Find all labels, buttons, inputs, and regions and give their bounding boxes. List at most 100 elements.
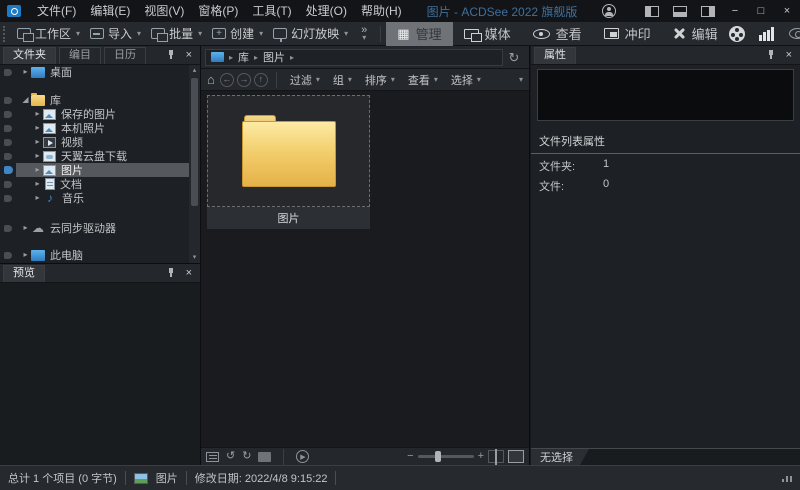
mode-tab-manage[interactable]: ▦ 管理 bbox=[386, 21, 453, 46]
minimize-button[interactable]: − bbox=[722, 0, 748, 22]
scrollbar-thumb[interactable] bbox=[191, 78, 198, 206]
expander-icon[interactable]: ▸ bbox=[32, 149, 43, 163]
layout-right-pane-button[interactable] bbox=[694, 0, 722, 22]
mode-tab-print[interactable]: 冲印 bbox=[593, 22, 662, 46]
easy-select-button[interactable] bbox=[0, 180, 16, 188]
sort-menu[interactable]: 排序 ▾ bbox=[360, 72, 400, 88]
tree-item-music[interactable]: ▸ ♪ 音乐 bbox=[0, 191, 189, 205]
batch-button[interactable]: 批量 ▾ bbox=[146, 22, 207, 46]
filter-menu[interactable]: 过滤 ▾ bbox=[285, 72, 325, 88]
tab-no-selection[interactable]: 无选择 bbox=[531, 449, 589, 465]
tree-item-videos[interactable]: ▸ 视频 bbox=[0, 135, 189, 149]
menu-edit[interactable]: 编辑(E) bbox=[83, 0, 137, 22]
slideshow-button[interactable]: 幻灯放映 ▾ bbox=[268, 22, 353, 46]
menu-pane[interactable]: 窗格(P) bbox=[191, 0, 245, 22]
tab-calendar[interactable]: 日历 bbox=[104, 46, 146, 64]
rotate-right-icon[interactable]: ↻ bbox=[242, 451, 251, 462]
easy-select-button[interactable] bbox=[0, 96, 16, 104]
create-button[interactable]: 创建 ▾ bbox=[207, 22, 268, 46]
zoom-in-icon[interactable]: + bbox=[478, 451, 484, 462]
easy-select-button[interactable] bbox=[0, 152, 16, 160]
layout-left-pane-button[interactable] bbox=[638, 0, 666, 22]
easy-select-button[interactable] bbox=[0, 194, 16, 202]
easy-select-button[interactable] bbox=[0, 224, 16, 232]
easy-select-button[interactable] bbox=[0, 110, 16, 118]
pin-icon[interactable] bbox=[167, 268, 175, 278]
tree-item-desktop[interactable]: ▸ 桌面 bbox=[0, 65, 189, 79]
import-button[interactable]: 导入 ▾ bbox=[85, 22, 146, 46]
mode-tab-edit[interactable]: 编辑 bbox=[662, 22, 729, 46]
tab-catalog[interactable]: 编目 bbox=[59, 46, 101, 64]
easy-select-button[interactable] bbox=[0, 138, 16, 146]
easy-select-button[interactable] bbox=[0, 68, 16, 76]
expander-icon[interactable]: ▸ bbox=[32, 177, 43, 191]
expander-icon[interactable]: ▸ bbox=[20, 248, 31, 262]
zoom-slider[interactable] bbox=[417, 451, 474, 462]
tree-item-local-photos[interactable]: ▸ 本机照片 bbox=[0, 121, 189, 135]
expander-icon[interactable]: ▸ bbox=[32, 135, 43, 149]
breadcrumb[interactable]: ▸ 库 ▸ 图片 ▸ bbox=[205, 48, 503, 66]
user-account-icon[interactable] bbox=[602, 4, 616, 18]
acdsee-365-eye-icon[interactable] bbox=[788, 28, 800, 39]
pin-icon[interactable] bbox=[767, 50, 775, 60]
tree-scrollbar[interactable]: ▴ ▾ bbox=[189, 65, 200, 263]
dashboard-chart-icon[interactable] bbox=[758, 26, 775, 41]
expander-icon[interactable]: ▸ bbox=[32, 121, 43, 135]
toolbar-grip[interactable] bbox=[3, 25, 8, 42]
expander-icon[interactable]: ▸ bbox=[32, 191, 43, 205]
zoom-slider-thumb[interactable] bbox=[434, 451, 441, 462]
folder-tile-pictures[interactable]: 图片 bbox=[207, 95, 370, 229]
autoplay-icon[interactable]: ▶ bbox=[296, 450, 310, 463]
folder-thumbnail[interactable] bbox=[207, 95, 370, 207]
tree-item-saved-pictures[interactable]: ▸ 保存的图片 bbox=[0, 107, 189, 121]
film-reel-icon[interactable] bbox=[728, 25, 745, 42]
expander-icon[interactable]: ▸ bbox=[20, 65, 31, 79]
workspace-button[interactable]: 工作区 ▾ bbox=[12, 22, 85, 46]
close-icon[interactable]: × bbox=[786, 49, 792, 61]
tab-properties[interactable]: 属性 bbox=[534, 46, 576, 64]
metadata-icon[interactable] bbox=[206, 451, 219, 462]
menu-file[interactable]: 文件(F) bbox=[30, 0, 83, 22]
layout-bottom-pane-button[interactable] bbox=[666, 0, 694, 22]
toolbar-overflow-button[interactable]: » ▾ bbox=[353, 24, 375, 41]
file-list-area[interactable]: 图片 bbox=[201, 91, 529, 447]
breadcrumb-item-pictures[interactable]: 图片 bbox=[263, 49, 285, 65]
rotate-left-icon[interactable]: ↺ bbox=[226, 451, 235, 462]
maximize-button[interactable]: □ bbox=[748, 0, 774, 22]
details-view-button[interactable] bbox=[508, 450, 524, 463]
up-button[interactable]: ↑ bbox=[253, 72, 268, 87]
thumbnail-view-button[interactable] bbox=[488, 450, 504, 463]
expander-icon[interactable]: ◢ bbox=[20, 93, 31, 107]
group-menu[interactable]: 组 ▾ bbox=[328, 72, 357, 88]
tree-item-cloud-sync-drive[interactable]: ▸ ☁ 云同步驱动器 bbox=[0, 221, 189, 235]
scroll-up-icon[interactable]: ▴ bbox=[189, 65, 200, 76]
computer-icon[interactable] bbox=[211, 52, 224, 62]
menu-process[interactable]: 处理(O) bbox=[299, 0, 354, 22]
tab-preview[interactable]: 预览 bbox=[3, 264, 45, 282]
mode-tab-media[interactable]: 媒体 bbox=[453, 22, 522, 46]
home-icon[interactable]: ⌂ bbox=[207, 72, 215, 87]
expander-icon[interactable]: ▸ bbox=[20, 221, 31, 235]
scroll-down-icon[interactable]: ▾ bbox=[189, 252, 200, 263]
close-icon[interactable]: × bbox=[186, 267, 192, 279]
expander-icon[interactable]: ▸ bbox=[32, 107, 43, 121]
close-button[interactable]: × bbox=[774, 0, 800, 22]
tree-item-cloud-download[interactable]: ▸ 天翼云盘下载 bbox=[0, 149, 189, 163]
mode-tab-view[interactable]: 查看 bbox=[522, 22, 593, 46]
zoom-out-icon[interactable]: − bbox=[407, 451, 413, 462]
forward-button[interactable]: → bbox=[236, 72, 251, 87]
easy-select-button[interactable] bbox=[0, 251, 16, 259]
expander-icon[interactable]: ▸ bbox=[32, 163, 43, 177]
filmstrip-icon[interactable] bbox=[258, 451, 272, 462]
tree-item-documents[interactable]: ▸ 文档 bbox=[0, 177, 189, 191]
refresh-icon[interactable]: ↻ bbox=[503, 47, 525, 68]
select-menu[interactable]: 选择 ▾ bbox=[446, 72, 486, 88]
pin-icon[interactable] bbox=[167, 50, 175, 60]
easy-select-button[interactable] bbox=[0, 124, 16, 132]
breadcrumb-item-library[interactable]: 库 bbox=[238, 49, 249, 65]
toolbar-options-chevron-icon[interactable]: ▾ bbox=[519, 75, 523, 84]
menu-help[interactable]: 帮助(H) bbox=[354, 0, 409, 22]
close-icon[interactable]: × bbox=[186, 49, 192, 61]
tree-item-library[interactable]: ◢ 库 bbox=[0, 92, 189, 107]
view-menu[interactable]: 查看 ▾ bbox=[403, 72, 443, 88]
